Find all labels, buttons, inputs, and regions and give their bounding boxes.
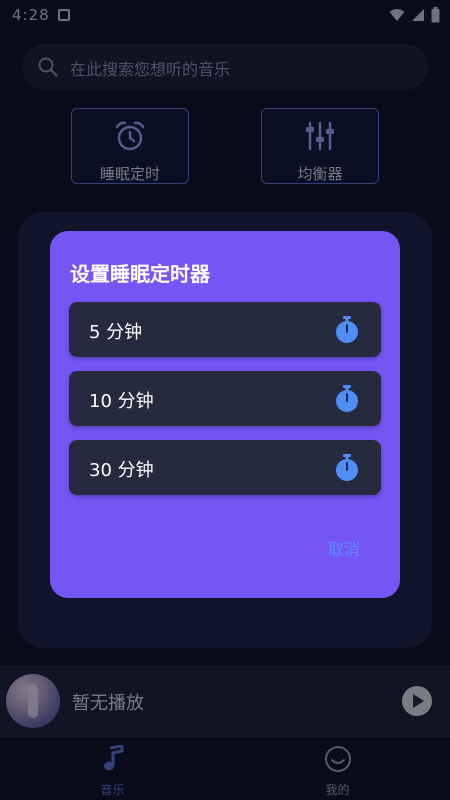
stopwatch-icon: [336, 454, 358, 481]
timer-option-30[interactable]: 30 分钟: [69, 440, 381, 495]
cancel-button[interactable]: 取消: [328, 536, 360, 560]
timer-option-label: 30 分钟: [89, 460, 154, 481]
sleep-timer-dialog: 设置睡眠定时器 5 分钟 10 分钟 30 分钟 取消: [50, 231, 400, 598]
timer-option-10[interactable]: 10 分钟: [69, 371, 381, 426]
stopwatch-icon: [336, 385, 358, 412]
timer-option-label: 10 分钟: [89, 391, 154, 412]
timer-option-5[interactable]: 5 分钟: [69, 302, 381, 357]
dialog-title: 设置睡眠定时器: [70, 262, 210, 286]
stopwatch-icon: [336, 316, 358, 343]
timer-option-label: 5 分钟: [89, 322, 143, 343]
